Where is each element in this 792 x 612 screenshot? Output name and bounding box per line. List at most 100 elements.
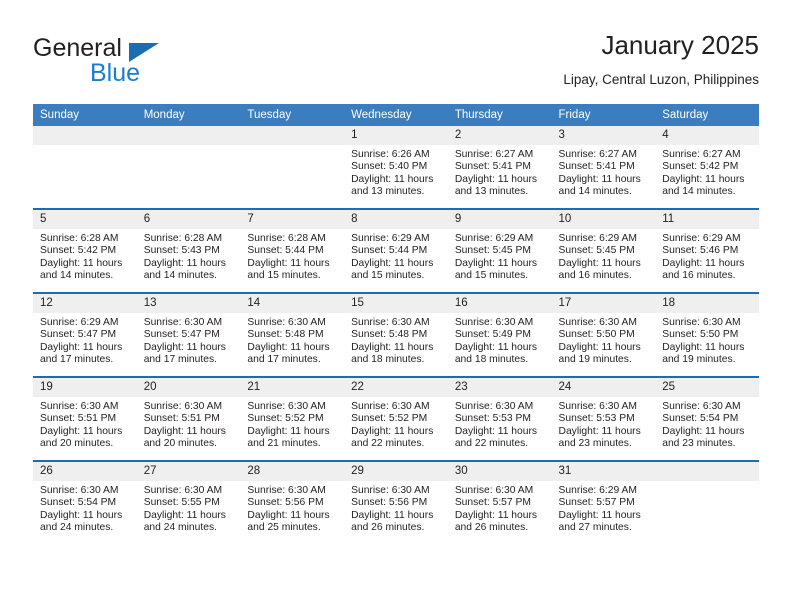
calendar-day-cell[interactable]: 16 Sunrise: 6:30 AM Sunset: 5:49 PM Dayligh…	[447, 292, 552, 377]
daylight-text: and 27 minutes.	[558, 522, 632, 534]
general-blue-logo[interactable]: General Blue	[33, 34, 233, 90]
daylight-text: and 23 minutes.	[558, 438, 632, 450]
sunset-text: Sunset: 5:41 PM	[454, 161, 531, 173]
sunset-text: Sunset: 5:49 PM	[454, 329, 531, 341]
day-sun-info: Sunrise: 6:30 AM Sunset: 5:51 PM Daylight:…	[33, 397, 137, 451]
daylight-text: Daylight: 11 hours	[454, 173, 538, 185]
day-number: 30	[447, 462, 552, 481]
calendar-day-cell[interactable]: 18 Sunrise: 6:30 AM Sunset: 5:50 PM Dayligh…	[655, 292, 759, 377]
sunrise-text: Sunrise: 6:30 AM	[143, 401, 223, 412]
day-number: 7	[240, 210, 345, 229]
day-cell-inner: 27 Sunrise: 6:30 AM Sunset: 5:55 PM Dayligh…	[136, 462, 241, 544]
day-sun-info: Sunrise: 6:30 AM Sunset: 5:52 PM Daylight:…	[240, 397, 344, 451]
sunset-text: Sunset: 5:45 PM	[558, 245, 635, 257]
day-sun-info: Sunrise: 6:27 AM Sunset: 5:41 PM Daylight:…	[448, 145, 552, 199]
daylight-text: Daylight: 11 hours	[662, 425, 745, 437]
daylight-text: Daylight: 11 hours	[247, 509, 330, 521]
day-sun-info: Sunrise: 6:29 AM Sunset: 5:57 PM Daylight:…	[552, 481, 656, 535]
daylight-text: Daylight: 11 hours	[662, 341, 745, 353]
calendar-day-cell[interactable]: 4 Sunrise: 6:27 AM Sunset: 5:42 PM Daylight…	[655, 126, 759, 209]
day-sun-info: Sunrise: 6:30 AM Sunset: 5:53 PM Daylight:…	[552, 397, 656, 451]
day-number: 20	[136, 378, 241, 397]
sunrise-text: Sunrise: 6:30 AM	[40, 401, 119, 412]
sunset-text: Sunset: 5:53 PM	[558, 413, 635, 425]
calendar-day-cell[interactable]: 31 Sunrise: 6:29 AM Sunset: 5:57 PM Dayligh…	[551, 460, 656, 544]
calendar-day-cell[interactable]: 17 Sunrise: 6:30 AM Sunset: 5:50 PM Dayligh…	[551, 292, 656, 377]
daylight-text: and 15 minutes.	[351, 270, 425, 282]
calendar-day-cell[interactable]: 29 Sunrise: 6:30 AM Sunset: 5:56 PM Dayligh…	[344, 460, 448, 544]
calendar-day-cell[interactable]: 1 Sunrise: 6:26 AM Sunset: 5:40 PM Daylight…	[344, 126, 448, 209]
day-number: 1	[344, 126, 448, 145]
sunset-text: Sunset: 5:44 PM	[247, 245, 324, 257]
daylight-text: and 24 minutes.	[40, 522, 114, 534]
calendar-day-cell[interactable]: 30 Sunrise: 6:30 AM Sunset: 5:57 PM Dayligh…	[447, 460, 552, 544]
calendar-day-cell[interactable]: 24 Sunrise: 6:30 AM Sunset: 5:53 PM Dayligh…	[551, 376, 656, 461]
day-number: 11	[655, 210, 759, 229]
day-number: 9	[447, 210, 552, 229]
daylight-text: Daylight: 11 hours	[351, 257, 434, 269]
weekday-header-tuesday: Tuesday	[240, 104, 345, 126]
day-cell-inner: 28 Sunrise: 6:30 AM Sunset: 5:56 PM Dayligh…	[240, 462, 345, 544]
daylight-text: and 17 minutes.	[40, 354, 114, 366]
sunrise-text: Sunrise: 6:29 AM	[558, 233, 637, 244]
sunrise-text: Sunrise: 6:30 AM	[247, 317, 326, 328]
day-sun-info: Sunrise: 6:29 AM Sunset: 5:44 PM Daylight:…	[344, 229, 448, 283]
daylight-text: Daylight: 11 hours	[662, 173, 745, 185]
calendar-day-cell[interactable]: 21 Sunrise: 6:30 AM Sunset: 5:52 PM Dayligh…	[240, 376, 345, 461]
day-cell-inner: 19 Sunrise: 6:30 AM Sunset: 5:51 PM Dayligh…	[33, 378, 137, 460]
daylight-text: and 20 minutes.	[143, 438, 217, 450]
calendar-day-cell[interactable]: 14 Sunrise: 6:30 AM Sunset: 5:48 PM Dayligh…	[240, 292, 345, 377]
day-sun-info: Sunrise: 6:30 AM Sunset: 5:52 PM Daylight:…	[344, 397, 448, 451]
daylight-text: and 20 minutes.	[40, 438, 114, 450]
day-cell-inner: 25 Sunrise: 6:30 AM Sunset: 5:54 PM Dayligh…	[655, 378, 759, 460]
daylight-text: Daylight: 11 hours	[40, 509, 123, 521]
daylight-text: Daylight: 11 hours	[351, 509, 434, 521]
day-number	[33, 126, 137, 145]
daylight-text: Daylight: 11 hours	[143, 257, 226, 269]
day-number: 28	[240, 462, 345, 481]
day-number: 31	[551, 462, 656, 481]
calendar-day-cell[interactable]: 12 Sunrise: 6:29 AM Sunset: 5:47 PM Dayligh…	[33, 292, 137, 377]
calendar-day-cell[interactable]: 15 Sunrise: 6:30 AM Sunset: 5:48 PM Dayligh…	[344, 292, 448, 377]
day-cell-inner: 30 Sunrise: 6:30 AM Sunset: 5:57 PM Dayligh…	[447, 462, 552, 544]
sunrise-sunset-calendar: Sunday Monday Tuesday Wednesday Thursday Frid…	[33, 104, 759, 544]
calendar-day-cell[interactable]: 7 Sunrise: 6:28 AM Sunset: 5:44 PM Daylight…	[240, 208, 345, 293]
calendar-day-cell[interactable]: 3 Sunrise: 6:27 AM Sunset: 5:41 PM Daylight…	[551, 126, 656, 209]
day-number: 26	[33, 462, 137, 481]
day-cell-inner	[655, 462, 759, 544]
calendar-day-cell[interactable]: 19 Sunrise: 6:30 AM Sunset: 5:51 PM Dayligh…	[33, 376, 137, 461]
calendar-day-cell[interactable]: 20 Sunrise: 6:30 AM Sunset: 5:51 PM Dayligh…	[136, 376, 241, 461]
sunset-text: Sunset: 5:42 PM	[40, 245, 117, 257]
calendar-day-cell[interactable]: 22 Sunrise: 6:30 AM Sunset: 5:52 PM Dayligh…	[344, 376, 448, 461]
day-cell-inner: 15 Sunrise: 6:30 AM Sunset: 5:48 PM Dayligh…	[344, 294, 448, 376]
sunset-text: Sunset: 5:54 PM	[662, 413, 739, 425]
calendar-week-row: 19 Sunrise: 6:30 AM Sunset: 5:51 PM Dayligh…	[33, 376, 759, 461]
calendar-day-cell[interactable]: 13 Sunrise: 6:30 AM Sunset: 5:47 PM Dayligh…	[136, 292, 241, 377]
calendar-day-cell[interactable]: 27 Sunrise: 6:30 AM Sunset: 5:55 PM Dayligh…	[136, 460, 241, 544]
day-cell-inner: 31 Sunrise: 6:29 AM Sunset: 5:57 PM Dayligh…	[551, 462, 656, 544]
sunrise-text: Sunrise: 6:29 AM	[558, 485, 637, 496]
weekday-header-sunday: Sunday	[33, 104, 137, 126]
title-block: January 2025 Lipay, Central Luzon, Phili…	[563, 28, 759, 88]
sunset-text: Sunset: 5:40 PM	[351, 161, 428, 173]
calendar-day-cell[interactable]: 23 Sunrise: 6:30 AM Sunset: 5:53 PM Dayligh…	[447, 376, 552, 461]
day-number: 15	[344, 294, 448, 313]
day-number: 6	[136, 210, 241, 229]
calendar-day-cell[interactable]: 25 Sunrise: 6:30 AM Sunset: 5:54 PM Dayligh…	[655, 376, 759, 461]
calendar-day-cell[interactable]: 9 Sunrise: 6:29 AM Sunset: 5:45 PM Daylight…	[447, 208, 552, 293]
calendar-day-cell[interactable]: 8 Sunrise: 6:29 AM Sunset: 5:44 PM Daylight…	[344, 208, 448, 293]
calendar-day-cell[interactable]: 6 Sunrise: 6:28 AM Sunset: 5:43 PM Daylight…	[136, 208, 241, 293]
sunrise-text: Sunrise: 6:30 AM	[454, 401, 534, 412]
daylight-text: and 15 minutes.	[247, 270, 321, 282]
day-cell-inner: 1 Sunrise: 6:26 AM Sunset: 5:40 PM Daylight…	[344, 126, 448, 208]
calendar-day-cell[interactable]: 5 Sunrise: 6:28 AM Sunset: 5:42 PM Daylight…	[33, 208, 137, 293]
day-sun-info: Sunrise: 6:30 AM Sunset: 5:50 PM Daylight:…	[655, 313, 759, 367]
calendar-day-cell[interactable]: 11 Sunrise: 6:29 AM Sunset: 5:46 PM Dayligh…	[655, 208, 759, 293]
sunset-text: Sunset: 5:56 PM	[351, 497, 428, 509]
calendar-day-cell[interactable]: 10 Sunrise: 6:29 AM Sunset: 5:45 PM Dayligh…	[551, 208, 656, 293]
calendar-day-cell[interactable]: 2 Sunrise: 6:27 AM Sunset: 5:41 PM Daylight…	[447, 126, 552, 209]
daylight-text: Daylight: 11 hours	[143, 509, 226, 521]
calendar-day-cell[interactable]: 26 Sunrise: 6:30 AM Sunset: 5:54 PM Dayligh…	[33, 460, 137, 544]
calendar-day-cell[interactable]: 28 Sunrise: 6:30 AM Sunset: 5:56 PM Dayligh…	[240, 460, 345, 544]
weekday-header-monday: Monday	[136, 104, 241, 126]
